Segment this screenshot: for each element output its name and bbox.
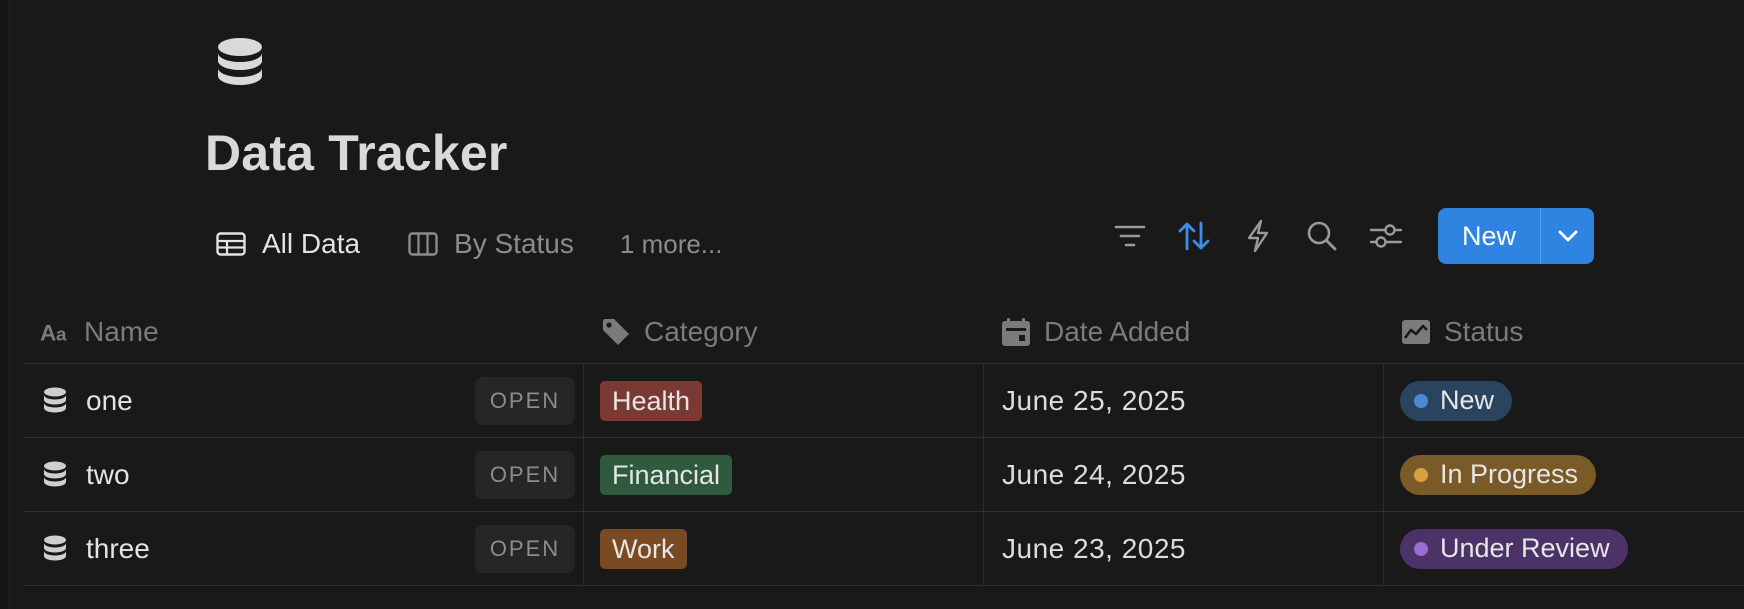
table-icon [214, 230, 248, 258]
status-label: Under Review [1440, 533, 1610, 563]
table-row[interactable]: two OPEN Financial June 24, 2025 In Prog… [24, 438, 1744, 512]
open-button[interactable]: OPEN [475, 525, 575, 573]
column-header-status[interactable]: Status [1384, 300, 1744, 363]
category-tag: Work [600, 528, 687, 569]
status-dot [1414, 467, 1428, 482]
category-cell[interactable]: Work [584, 512, 984, 585]
database-icon[interactable] [214, 36, 266, 96]
status-dot [1414, 541, 1428, 556]
status-badge: New [1400, 380, 1513, 421]
database-icon [40, 459, 70, 491]
row-name: three [86, 532, 150, 564]
tag-icon [600, 316, 632, 348]
date-cell[interactable]: June 25, 2025 [984, 364, 1384, 437]
name-cell[interactable]: three OPEN [24, 512, 584, 585]
table-row[interactable]: three OPEN Work June 23, 2025 Under Revi… [24, 512, 1744, 586]
svg-text:a: a [56, 323, 67, 344]
table-row[interactable]: one OPEN Health June 25, 2025 New [24, 364, 1744, 438]
filter-icon[interactable] [1108, 214, 1152, 258]
tab-by-status[interactable]: By Status [406, 228, 574, 260]
search-icon[interactable] [1300, 214, 1344, 258]
column-header-category[interactable]: Category [584, 300, 984, 363]
automation-icon[interactable] [1236, 214, 1280, 258]
open-button[interactable]: OPEN [475, 451, 575, 499]
status-cell[interactable]: In Progress [1384, 438, 1744, 511]
page-title[interactable]: Data Tracker [205, 124, 508, 182]
database-table: A a Name Category Date Added Status one … [24, 300, 1744, 586]
category-tag: Financial [600, 454, 733, 495]
more-views-link[interactable]: 1 more... [620, 229, 723, 260]
table-header: A a Name Category Date Added Status [24, 300, 1744, 364]
row-name: one [86, 384, 133, 416]
open-button[interactable]: OPEN [475, 377, 575, 425]
settings-icon[interactable] [1364, 214, 1408, 258]
status-badge: In Progress [1400, 454, 1597, 495]
svg-text:A: A [40, 320, 56, 344]
board-icon [406, 230, 440, 258]
status-badge: Under Review [1400, 528, 1628, 569]
tab-by-status-label: By Status [454, 228, 574, 259]
sort-icon[interactable] [1172, 214, 1216, 258]
text-icon: A a [40, 316, 72, 348]
tab-all-data-label: All Data [262, 228, 361, 259]
column-header-label: Name [84, 315, 159, 347]
left-sidebar-edge [0, 0, 10, 609]
status-cell[interactable]: New [1384, 364, 1744, 437]
tab-all-data[interactable]: All Data [214, 228, 360, 260]
category-tag: Health [600, 380, 703, 421]
category-cell[interactable]: Health [584, 364, 984, 437]
new-button[interactable]: New [1438, 208, 1540, 264]
column-header-label: Status [1444, 315, 1524, 347]
status-label: In Progress [1440, 459, 1579, 489]
status-label: New [1440, 385, 1495, 415]
chevron-down-icon[interactable] [1541, 208, 1594, 264]
status-cell[interactable]: Under Review [1384, 512, 1744, 585]
name-cell[interactable]: two OPEN [24, 438, 584, 511]
calendar-icon [1000, 316, 1032, 348]
date-cell[interactable]: June 24, 2025 [984, 438, 1384, 511]
name-cell[interactable]: one OPEN [24, 364, 584, 437]
new-button-group: New [1438, 208, 1595, 264]
row-name: two [86, 458, 130, 490]
column-header-label: Date Added [1044, 315, 1191, 347]
column-header-label: Category [644, 315, 758, 347]
column-header-name[interactable]: A a Name [24, 300, 584, 363]
page: Data Tracker All Data By Status 1 more..… [0, 0, 1744, 609]
toolbar: New [1108, 208, 1595, 264]
status-dot [1414, 393, 1428, 408]
status-icon [1400, 316, 1432, 348]
column-header-date-added[interactable]: Date Added [984, 300, 1384, 363]
date-cell[interactable]: June 23, 2025 [984, 512, 1384, 585]
database-icon [40, 385, 70, 417]
database-icon [40, 533, 70, 565]
view-tabs: All Data By Status 1 more... [214, 222, 722, 266]
category-cell[interactable]: Financial [584, 438, 984, 511]
